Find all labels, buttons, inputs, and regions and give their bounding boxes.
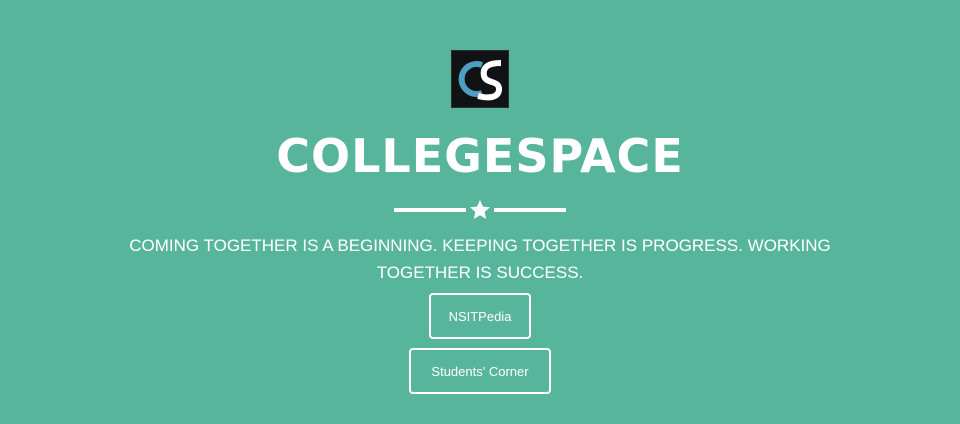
collegespace-logo-icon [452,51,508,107]
divider-line-left [394,208,466,212]
students-corner-button[interactable]: Students' Corner [409,348,551,394]
star-divider [394,198,566,222]
tagline: COMING TOGETHER IS A BEGINNING. KEEPING … [129,236,831,282]
star-icon [470,200,490,219]
logo-graphic [458,60,502,101]
divider-line-right [494,208,566,212]
nsitpedia-button[interactable]: NSITPedia [429,293,531,339]
site-title: COLLEGESPACE [276,129,684,183]
hero-section: COLLEGESPACE COMING TOGETHER IS A BEGINN… [0,0,960,424]
logo-letter-c [458,61,484,97]
